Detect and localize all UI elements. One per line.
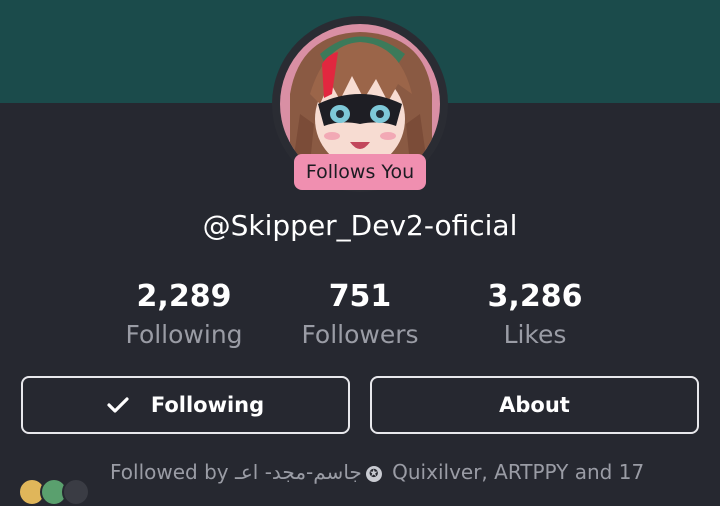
stat-following-label: Following xyxy=(125,320,243,349)
follower-avatar xyxy=(62,478,90,506)
follows-you-badge: Follows You xyxy=(294,154,426,190)
stat-likes-label: Likes xyxy=(503,320,567,349)
star-badge-icon: ✪ xyxy=(365,466,382,482)
followed-by-row[interactable]: Followed by جاسم-مجد- اعـ ✪ Quixilver, AR… xyxy=(0,458,720,506)
stat-likes[interactable]: 3,286 Likes xyxy=(445,278,625,354)
about-button[interactable]: About xyxy=(370,376,699,434)
followed-by-text: Followed by جاسم-مجد- اعـ ✪ Quixilver, AR… xyxy=(110,460,644,484)
followed-by-first-name[interactable]: جاسم-مجد- اعـ xyxy=(235,460,362,484)
stat-followers-count: 751 xyxy=(328,279,392,314)
check-icon xyxy=(107,396,129,414)
followed-by-prefix: Followed by xyxy=(110,460,229,484)
stat-likes-count: 3,286 xyxy=(487,279,583,314)
following-button[interactable]: Following xyxy=(21,376,350,434)
stat-followers[interactable]: 751 Followers xyxy=(270,278,450,354)
stat-following-count: 2,289 xyxy=(136,279,232,314)
profile-username: @Skipper_Dev2-oficial xyxy=(202,209,518,242)
about-button-label: About xyxy=(499,393,570,417)
following-button-label: Following xyxy=(150,393,265,417)
stat-following[interactable]: 2,289 Following xyxy=(94,278,274,354)
stat-followers-label: Followers xyxy=(301,320,419,349)
followed-by-rest: Quixilver, ARTPPY and 17 xyxy=(392,460,645,484)
